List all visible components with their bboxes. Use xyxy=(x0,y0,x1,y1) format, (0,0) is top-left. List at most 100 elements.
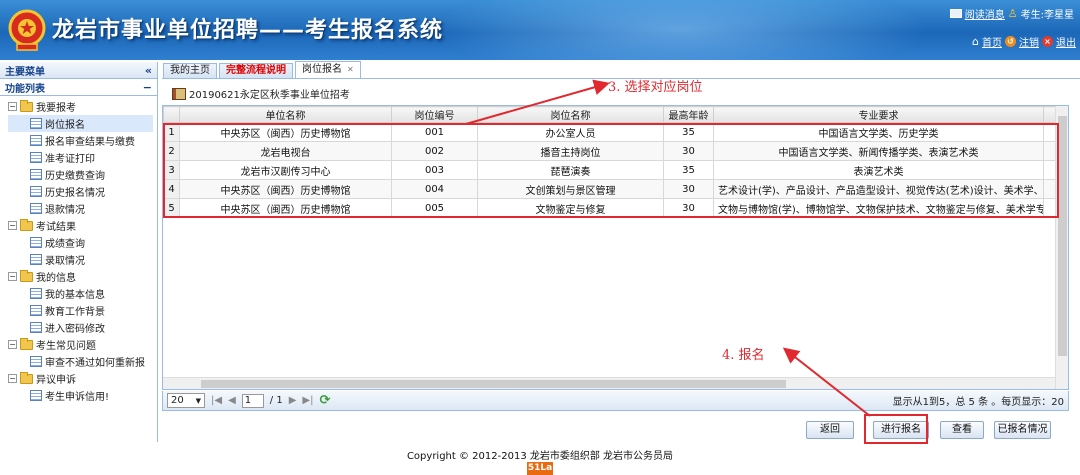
function-list-toggle[interactable]: − xyxy=(143,81,152,94)
grid-icon xyxy=(30,203,42,214)
home-icon: ⌂ xyxy=(972,35,979,48)
grid-icon xyxy=(30,305,42,316)
grid-icon xyxy=(30,322,42,333)
sidebar: 主要菜单 « 功能列表 − − 我要报考 岗位报名 报名审查结果与缴费 准考证打印… xyxy=(0,62,158,442)
exit-icon: × xyxy=(1042,36,1053,47)
exam-title: 20190621永定区秋季事业单位招考 xyxy=(189,90,350,101)
tree-item-password-change[interactable]: 进入密码修改 xyxy=(8,319,157,336)
folder-icon xyxy=(20,99,33,112)
function-list-title: 功能列表 xyxy=(5,83,45,95)
collapse-toggle-icon[interactable]: − xyxy=(8,221,17,230)
tree-item-admission-ticket[interactable]: 准考证打印 xyxy=(8,149,157,166)
folder-icon xyxy=(20,371,33,384)
tree-item-refund[interactable]: 退款情况 xyxy=(8,200,157,217)
pagination-info: 显示从1到5，总 5 条 。每页显示：20 xyxy=(892,397,1064,408)
collapse-toggle-icon[interactable]: − xyxy=(8,102,17,111)
folder-icon xyxy=(20,337,33,350)
column-header-age[interactable]: 最高年龄 xyxy=(663,106,714,123)
main-content: 我的主页 完整流程说明 岗位报名 ✕ 20190621永定区秋季事业单位招考 单位… xyxy=(162,61,1080,446)
main-menu-title: 主要菜单 xyxy=(5,66,45,78)
grid-icon xyxy=(30,237,42,248)
tab-my-home[interactable]: 我的主页 xyxy=(163,63,217,78)
mail-icon xyxy=(949,9,962,18)
post-selection-highlight xyxy=(163,123,1059,218)
tab-post-application[interactable]: 岗位报名 ✕ xyxy=(295,61,361,78)
header-glow xyxy=(430,0,930,60)
tree-item-payment-history[interactable]: 历史缴费查询 xyxy=(8,166,157,183)
table-header-row: 单位名称 岗位编号 岗位名称 最高年龄 专业要求 xyxy=(163,106,1056,123)
vertical-scroll-thumb[interactable] xyxy=(1058,116,1067,356)
collapse-toggle-icon[interactable]: − xyxy=(8,374,17,383)
exit-link[interactable]: 退出 xyxy=(1056,34,1076,49)
column-header-rownum xyxy=(163,106,180,123)
copyright-footer: Copyright © 2012-2013 龙岩市委组织部 龙岩市公务员局 xyxy=(406,451,674,462)
collapse-toggle-icon[interactable]: − xyxy=(8,340,17,349)
grid-icon xyxy=(30,186,42,197)
function-list-header: 功能列表 − xyxy=(0,79,157,96)
logout-icon: ↺ xyxy=(1005,36,1016,47)
main-menu-header: 主要菜单 « xyxy=(0,62,157,79)
grid-icon xyxy=(30,118,42,129)
close-tab-icon[interactable]: ✕ xyxy=(347,63,354,77)
user-icon: ♙ xyxy=(1007,7,1018,20)
tree-group-faq[interactable]: − 考生常见问题 xyxy=(8,336,157,353)
column-header-code[interactable]: 岗位编号 xyxy=(391,106,478,123)
read-message-link[interactable]: 阅读消息 xyxy=(965,6,1005,21)
page-number-input[interactable]: 1 xyxy=(241,393,264,408)
tree-item-admission[interactable]: 录取情况 xyxy=(8,251,157,268)
tree-group-apply[interactable]: − 我要报考 xyxy=(8,98,157,115)
step4-annotation: 4. 报名 xyxy=(722,348,765,363)
grid-icon xyxy=(30,288,42,299)
prev-page-icon[interactable]: ◀ xyxy=(228,395,236,406)
tab-process-guide[interactable]: 完整流程说明 xyxy=(219,63,293,78)
tree-group-my-info[interactable]: − 我的信息 xyxy=(8,268,157,285)
refresh-icon[interactable]: ⟳ xyxy=(319,393,330,408)
step3-annotation: 3. 选择对应岗位 xyxy=(608,80,703,95)
first-page-icon[interactable]: |◀ xyxy=(211,395,222,406)
collapse-sidebar-button[interactable]: « xyxy=(145,64,152,77)
national-emblem-icon xyxy=(8,9,46,51)
tree-item-reapply-help[interactable]: 审查不通过如何重新报 xyxy=(8,353,157,370)
header-user-area: 阅读消息 ♙ 考生:李星星 xyxy=(949,6,1074,21)
dropdown-arrow-icon: ▼ xyxy=(195,396,201,405)
page-size-select[interactable]: 20 ▼ xyxy=(167,393,205,408)
tree-item-review-payment[interactable]: 报名审查结果与缴费 xyxy=(8,132,157,149)
system-title: 龙岩市事业单位招聘——考生报名系统 xyxy=(52,18,444,43)
last-page-icon[interactable]: ▶| xyxy=(302,395,313,406)
grid-icon xyxy=(30,356,42,367)
apply-button-highlight xyxy=(864,414,928,444)
tree-group-appeal[interactable]: − 异议申诉 xyxy=(8,370,157,387)
tree-item-score-query[interactable]: 成绩查询 xyxy=(8,234,157,251)
grid-icon xyxy=(30,169,42,180)
stats-badge[interactable]: 51La xyxy=(527,462,553,475)
tree-group-results[interactable]: − 考试结果 xyxy=(8,217,157,234)
collapse-toggle-icon[interactable]: − xyxy=(8,272,17,281)
next-page-icon[interactable]: ▶ xyxy=(289,395,297,406)
home-link[interactable]: 首页 xyxy=(982,34,1002,49)
tree-item-post-application[interactable]: 岗位报名 xyxy=(8,115,153,132)
column-header-post[interactable]: 岗位名称 xyxy=(477,106,664,123)
folder-icon xyxy=(20,218,33,231)
tree-item-appeal[interactable]: 考生申诉信用! xyxy=(8,387,157,404)
logout-link[interactable]: 注销 xyxy=(1019,34,1039,49)
applied-status-button[interactable]: 已报名情况 xyxy=(994,421,1051,439)
app-header: 龙岩市事业单位招聘——考生报名系统 阅读消息 ♙ 考生:李星星 ⌂ 首页 ↺ 注… xyxy=(0,0,1080,60)
folder-icon xyxy=(20,269,33,282)
column-header-unit[interactable]: 单位名称 xyxy=(179,106,392,123)
column-header-major[interactable]: 专业要求 xyxy=(713,106,1044,123)
view-button[interactable]: 查看 xyxy=(940,421,984,439)
horizontal-scroll-thumb[interactable] xyxy=(201,380,786,388)
tree-item-education-background[interactable]: 教育工作背景 xyxy=(8,302,157,319)
horizontal-scrollbar[interactable] xyxy=(163,377,1055,389)
tree-item-basic-info[interactable]: 我的基本信息 xyxy=(8,285,157,302)
back-button[interactable]: 返回 xyxy=(806,421,854,439)
grid-icon xyxy=(30,135,42,146)
menu-tree: − 我要报考 岗位报名 报名审查结果与缴费 准考证打印 历史缴费查询 历史报名情况… xyxy=(0,96,157,404)
grid-icon xyxy=(30,254,42,265)
grid-icon xyxy=(30,390,42,401)
user-name: 考生:李星星 xyxy=(1020,10,1074,21)
grid-icon xyxy=(30,152,42,163)
tree-item-application-history[interactable]: 历史报名情况 xyxy=(8,183,157,200)
book-icon xyxy=(172,87,186,100)
header-nav-links: ⌂ 首页 ↺ 注销 × 退出 xyxy=(972,34,1076,49)
